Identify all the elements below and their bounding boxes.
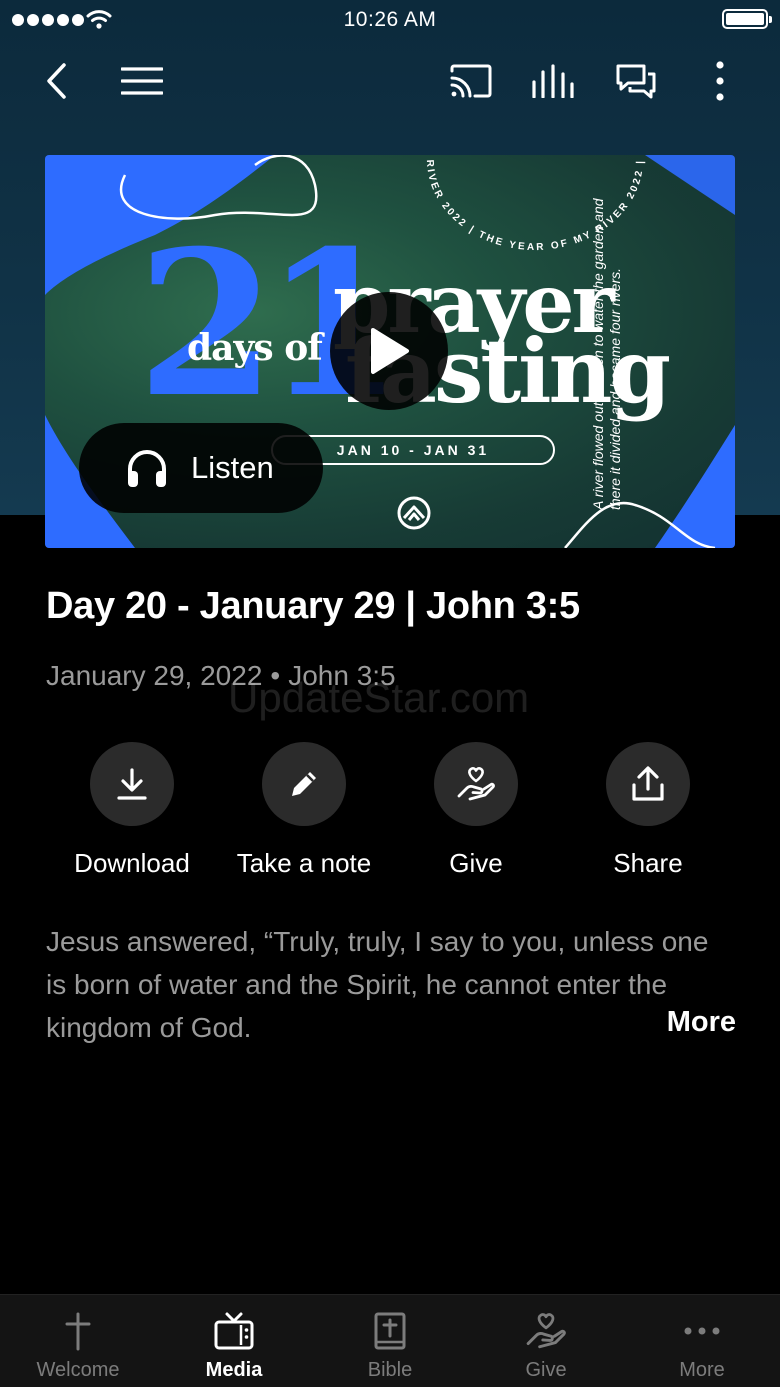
share-icon (632, 766, 664, 801)
listen-button[interactable]: Listen (79, 423, 323, 513)
tab-bible-label: Bible (367, 1359, 413, 1381)
status-bar: 10:26 AM (0, 0, 780, 40)
tab-welcome-label: Welcome (36, 1359, 120, 1381)
take-note-circle[interactable] (262, 742, 346, 826)
headphones-icon (128, 450, 166, 487)
tab-give[interactable]: Give (468, 1295, 624, 1387)
share-button[interactable]: Share (562, 742, 734, 879)
cast-button[interactable] (448, 58, 494, 104)
chevron-left-icon (47, 63, 66, 99)
hero-verse: A river flowed out of Eden to water the … (590, 198, 623, 510)
back-button[interactable] (34, 58, 80, 104)
tab-welcome[interactable]: Welcome (0, 1295, 156, 1387)
give-circle[interactable] (434, 742, 518, 826)
play-icon (371, 328, 409, 374)
overflow-menu-button[interactable] (697, 58, 743, 104)
media-artwork[interactable]: 21 prayer fasting days of JAN 10 - JAN 3… (45, 155, 735, 548)
bottom-tab-bar: Welcome Media Bible Give More (0, 1294, 780, 1387)
share-label: Share (613, 848, 683, 878)
media-title: Day 20 - January 29 | John 3:5 (46, 585, 580, 627)
hamburger-menu-icon (121, 67, 163, 95)
take-note-label: Take a note (236, 848, 372, 878)
download-circle[interactable] (90, 742, 174, 826)
take-note-button[interactable]: Take a note (218, 742, 390, 879)
share-circle[interactable] (606, 742, 690, 826)
battery-icon (722, 9, 772, 29)
more-dots-icon (684, 1327, 720, 1335)
tab-media[interactable]: Media (156, 1295, 312, 1387)
menu-button[interactable] (119, 58, 165, 104)
give-label: Give (449, 848, 503, 878)
bible-icon (374, 1312, 406, 1350)
equalizer-bars-icon (532, 64, 574, 98)
give-heart-hand-icon (457, 766, 495, 801)
play-button[interactable] (330, 292, 448, 410)
give-heart-hand-icon (526, 1313, 566, 1349)
download-button[interactable]: Download (46, 742, 218, 879)
tab-bible[interactable]: Bible (312, 1295, 468, 1387)
status-time: 10:26 AM (343, 8, 437, 31)
chat-button[interactable] (613, 58, 659, 104)
download-label: Download (74, 848, 190, 878)
tab-give-label: Give (525, 1359, 567, 1381)
church-logo-icon (395, 495, 433, 536)
media-description: Jesus answered, “Truly, truly, I say to … (46, 926, 709, 1043)
listen-label: Listen (191, 450, 274, 485)
download-icon (117, 768, 147, 800)
cross-icon (65, 1312, 91, 1351)
chat-bubbles-icon (616, 64, 656, 99)
hero-days-of: days of (187, 327, 323, 369)
pencil-icon (292, 772, 316, 796)
audio-levels-button[interactable] (530, 58, 576, 104)
tab-more[interactable]: More (624, 1295, 780, 1387)
give-button[interactable]: Give (390, 742, 562, 879)
watermark: UpdateStar.com (228, 674, 530, 721)
tv-icon (214, 1312, 254, 1350)
more-description-link[interactable]: More (667, 1006, 736, 1039)
more-vertical-icon (716, 61, 724, 101)
tab-media-label: Media (205, 1359, 263, 1381)
action-buttons-row: Download Take a note Give Share (46, 742, 736, 892)
tab-more-label: More (679, 1359, 725, 1381)
cast-icon (450, 64, 492, 98)
top-navigation-bar (0, 50, 780, 110)
